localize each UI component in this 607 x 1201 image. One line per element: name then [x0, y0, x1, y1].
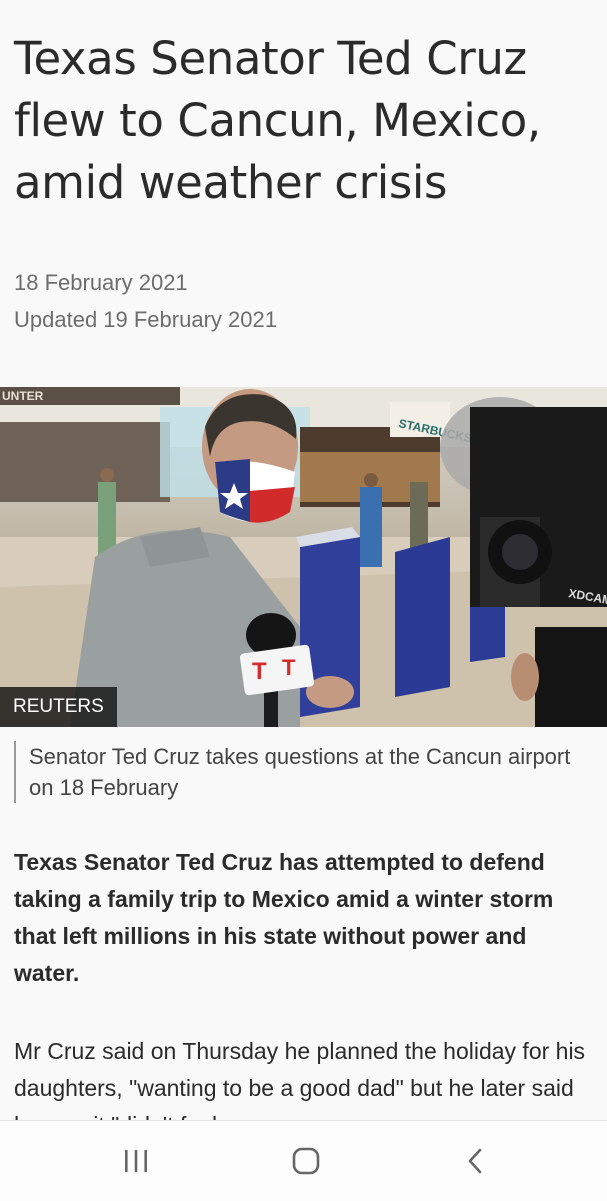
image-credit: REUTERS	[0, 687, 117, 727]
updated-date: Updated 19 February 2021	[14, 307, 277, 332]
mic-logo-left: T	[252, 658, 267, 685]
article: Texas Senator Ted Cruz flew to Cancun, M…	[0, 0, 607, 1120]
back-button[interactable]	[446, 1139, 506, 1183]
recent-apps-button[interactable]	[106, 1139, 166, 1183]
home-icon	[292, 1147, 320, 1175]
back-icon	[468, 1148, 482, 1174]
article-dates: 18 February 2021 Updated 19 February 202…	[14, 264, 277, 338]
article-lead: Texas Senator Ted Cruz has attempted to …	[14, 849, 554, 986]
photo-illustration: UNTER STARBUCKS T T XDCAM	[0, 387, 607, 727]
article-photo[interactable]: UNTER STARBUCKS T T XDCAM REUTERS	[0, 387, 607, 727]
mic-logo-right: T	[282, 655, 296, 680]
image-caption: Senator Ted Cruz takes questions at the …	[14, 741, 599, 803]
headline: Texas Senator Ted Cruz flew to Cancun, M…	[14, 32, 541, 209]
published-date: 18 February 2021	[14, 270, 188, 295]
counter-sign: UNTER	[2, 389, 44, 403]
system-navigation-bar	[0, 1120, 607, 1201]
home-button[interactable]	[276, 1139, 336, 1183]
article-body-paragraph: Mr Cruz said on Thursday he planned the …	[14, 1038, 586, 1120]
recent-apps-icon	[125, 1150, 147, 1172]
